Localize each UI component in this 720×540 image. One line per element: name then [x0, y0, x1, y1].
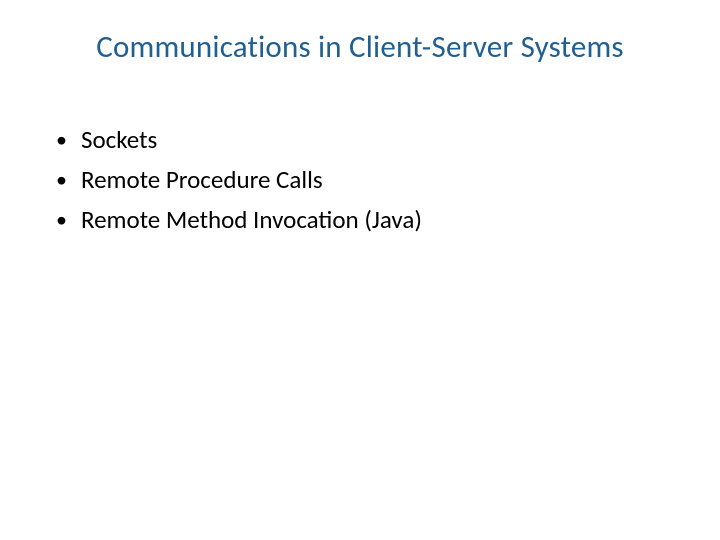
slide-container: Communications in Client-Server Systems …	[0, 0, 720, 540]
bullet-icon: •	[56, 164, 67, 196]
bullet-text: Remote Procedure Calls	[81, 164, 323, 196]
bullet-icon: •	[56, 204, 67, 236]
list-item: • Sockets	[56, 124, 670, 156]
bullet-text: Remote Method Invocation (Java)	[81, 204, 422, 236]
bullet-text: Sockets	[81, 124, 157, 156]
bullet-list: • Sockets • Remote Procedure Calls • Rem…	[50, 124, 670, 236]
list-item: • Remote Method Invocation (Java)	[56, 204, 670, 236]
slide-title: Communications in Client-Server Systems	[50, 28, 670, 66]
list-item: • Remote Procedure Calls	[56, 164, 670, 196]
bullet-icon: •	[56, 124, 67, 156]
